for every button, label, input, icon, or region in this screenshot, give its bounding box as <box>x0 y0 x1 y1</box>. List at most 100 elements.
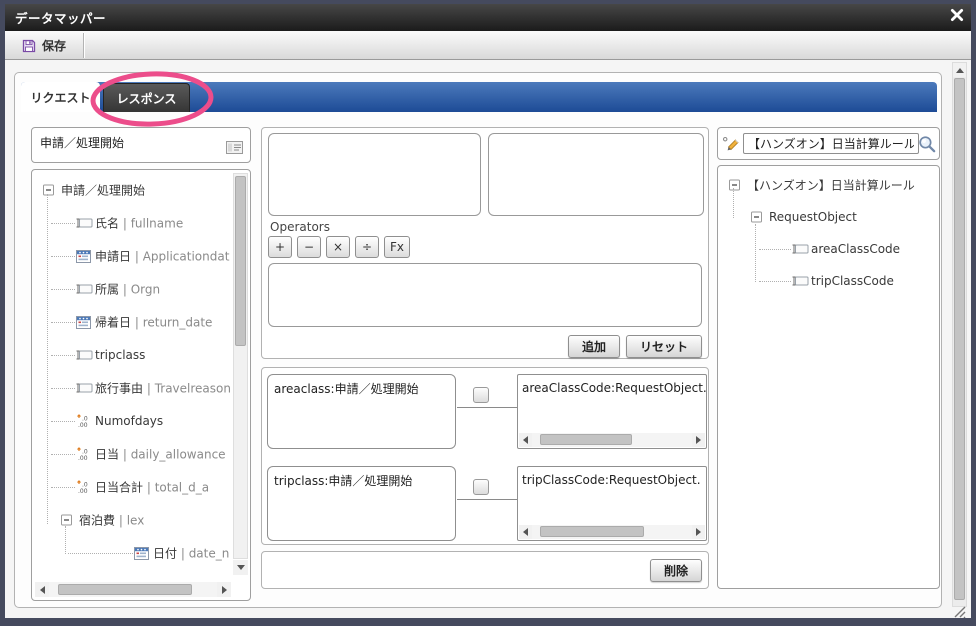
tab-request[interactable]: リクエスト <box>21 82 100 112</box>
mapping-list-box: areaclass:申請／処理開始 areaClassCode:RequestOb… <box>261 367 709 545</box>
expression-box[interactable] <box>268 263 702 327</box>
operator-minus-button[interactable]: − <box>297 236 321 258</box>
tree-item-label[interactable]: 日当 | daily_allowance <box>95 445 226 462</box>
operators-label: Operators <box>270 220 330 234</box>
scrollbar-thumb[interactable] <box>954 78 965 600</box>
dialog-title: データマッパー <box>5 8 106 27</box>
scrollbar-thumb[interactable] <box>58 584 192 595</box>
scroll-left-button[interactable] <box>519 525 532 539</box>
mapping-connector-line <box>457 499 517 500</box>
collapse-icon[interactable] <box>750 211 763 224</box>
tree-item: 申請／処理開始 <box>34 173 230 206</box>
rule-search-input[interactable] <box>743 133 919 154</box>
arrow-left-icon <box>40 586 45 594</box>
horizontal-scrollbar[interactable] <box>519 525 705 539</box>
operator-plus-button[interactable]: + <box>268 236 292 258</box>
scroll-right-button[interactable] <box>217 582 231 597</box>
tree-item-label[interactable]: areaClassCode <box>811 242 900 256</box>
formula-builder-box: Operators +−×÷Fx 追加 リセット <box>261 127 709 359</box>
text-field-icon <box>76 282 93 295</box>
tree-item-label[interactable]: 帰着日 | return_date <box>95 313 212 330</box>
tree-connector-line <box>759 281 791 282</box>
tree-item: 日付 | date_night <box>34 536 230 567</box>
tree-item-label[interactable]: 旅行事由 | Travelreason <box>95 379 230 396</box>
scroll-right-button[interactable] <box>692 433 705 447</box>
tree-item-label[interactable]: 宿泊費 | lex <box>79 511 144 528</box>
tree-item: 申請日 | Applicationdate <box>34 239 230 272</box>
tree-item-label[interactable]: 【ハンズオン】日当計算ルール <box>747 177 915 194</box>
delete-button[interactable]: 削除 <box>650 559 702 582</box>
floppy-disk-icon <box>21 38 37 54</box>
window-vertical-scrollbar[interactable] <box>952 62 967 607</box>
add-button[interactable]: 追加 <box>568 335 620 358</box>
resize-grip-icon[interactable] <box>949 602 967 618</box>
tree-item: 所属 | Orgn <box>34 272 230 305</box>
scrollbar-thumb[interactable] <box>540 526 644 537</box>
operator-fx-button[interactable]: Fx <box>384 236 410 258</box>
tree-item-label[interactable]: 申請日 | Applicationdate <box>95 247 230 264</box>
operator-divide-button[interactable]: ÷ <box>355 236 379 258</box>
operator-multiply-button[interactable]: × <box>326 236 350 258</box>
arrow-up-icon <box>956 68 964 73</box>
horizontal-scrollbar[interactable] <box>519 433 705 447</box>
mapping-source-box[interactable]: tripclass:申請／処理開始 <box>267 466 456 541</box>
tree-item: RequestObject <box>720 201 934 233</box>
search-icon[interactable] <box>917 134 937 158</box>
operand-left-box[interactable] <box>268 133 481 216</box>
mapping-target-box[interactable]: areaClassCode:RequestObject.【ハ <box>517 374 707 449</box>
tree-connector-line <box>51 322 75 323</box>
operand-right-box[interactable] <box>488 133 704 216</box>
number-field-icon: .0.00 <box>76 480 92 494</box>
tree-item-label[interactable]: 日付 | date_night <box>153 544 230 561</box>
scroll-right-button[interactable] <box>692 525 705 539</box>
save-button[interactable]: 保存 <box>11 34 76 57</box>
tree-item: tripClassCode <box>720 265 934 297</box>
source-tree: 申請／処理開始氏名 | fullname 申請日 | Applicationdat… <box>34 173 230 567</box>
toolbar-separator <box>83 33 84 58</box>
tree-item-label[interactable]: 日当合計 | total_d_a <box>95 478 209 495</box>
mapping-row: areaclass:申請／処理開始 areaClassCode:RequestOb… <box>262 374 708 450</box>
mapping-checkbox[interactable] <box>473 387 489 403</box>
rule-tree-box: 【ハンズオン】日当計算ルール RequestObject areaClassCode… <box>717 165 940 589</box>
source-tree-box: 申請／処理開始氏名 | fullname 申請日 | Applicationdat… <box>31 169 251 601</box>
scroll-left-button[interactable] <box>35 582 49 597</box>
close-icon[interactable] <box>950 7 966 21</box>
operator-buttons: +−×÷Fx <box>268 236 410 258</box>
form-detail-icon[interactable] <box>226 139 243 158</box>
scrollbar-thumb[interactable] <box>540 434 632 445</box>
collapse-icon[interactable] <box>60 513 73 526</box>
svg-text:.00: .00 <box>78 455 88 461</box>
tree-item-label[interactable]: 氏名 | fullname <box>95 214 183 231</box>
mapping-source-box[interactable]: areaclass:申請／処理開始 <box>267 374 456 449</box>
collapse-icon[interactable] <box>42 183 55 196</box>
svg-text:.00: .00 <box>78 488 88 494</box>
mapper-panel: リクエスト レスポンス 申請／処理開始 <box>14 72 942 608</box>
collapse-icon[interactable] <box>728 179 741 192</box>
horizontal-scrollbar[interactable] <box>35 582 231 597</box>
tree-item-label[interactable]: Numofdays <box>95 414 163 428</box>
pencil-icon <box>722 136 741 157</box>
scroll-left-button[interactable] <box>519 433 532 447</box>
mapping-target-box[interactable]: tripClassCode:RequestObject.【ハ <box>517 466 707 541</box>
tree-item: 帰着日 | return_date <box>34 305 230 338</box>
tree-item-label[interactable]: 申請／処理開始 <box>61 181 145 198</box>
vertical-scrollbar[interactable] <box>233 173 248 559</box>
mapping-actions-bar: 削除 <box>261 551 709 589</box>
tree-item-label[interactable]: 所属 | Orgn <box>95 280 160 297</box>
tree-item-label[interactable]: tripclass <box>95 348 145 362</box>
scroll-up-button[interactable] <box>953 63 966 77</box>
tree-item: tripclass <box>34 338 230 371</box>
scroll-down-button[interactable] <box>233 560 248 575</box>
tree-connector-line <box>51 256 75 257</box>
text-field-icon <box>76 216 93 229</box>
tree-connector-line <box>755 224 756 282</box>
source-header-label: 申請／処理開始 <box>40 134 124 151</box>
scrollbar-thumb[interactable] <box>235 176 246 346</box>
mapping-checkbox[interactable] <box>473 479 489 495</box>
tree-item-label[interactable]: RequestObject <box>769 210 857 224</box>
tree-item-label[interactable]: tripClassCode <box>811 274 894 288</box>
tab-response[interactable]: レスポンス <box>103 83 190 112</box>
reset-button[interactable]: リセット <box>626 335 702 358</box>
mapping-connector-line <box>457 407 517 408</box>
rule-search-box <box>717 127 940 160</box>
